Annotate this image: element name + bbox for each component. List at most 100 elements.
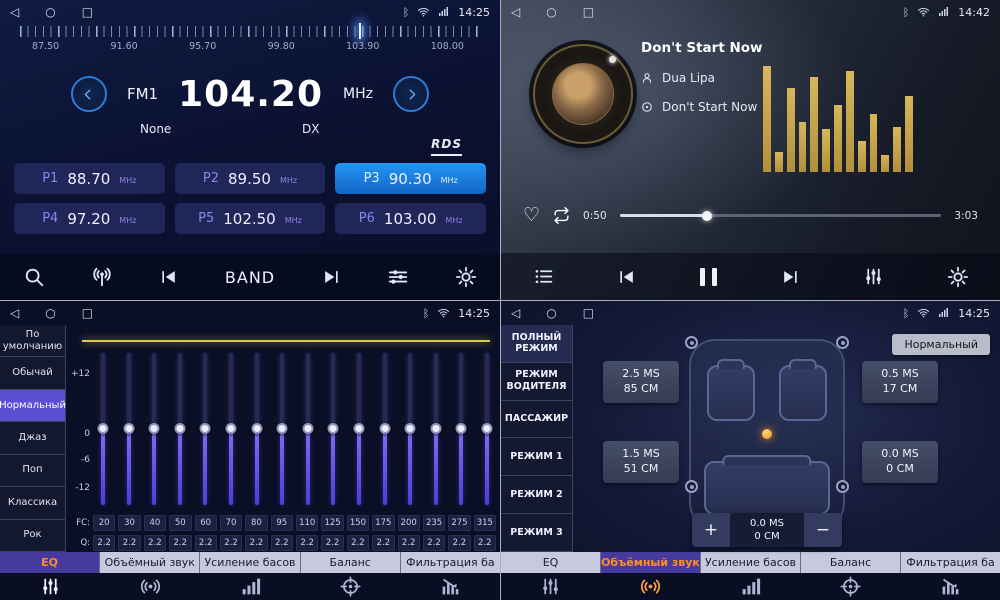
balance-tab-icon[interactable] [300, 573, 400, 600]
eq-band-slider-16[interactable] [480, 353, 494, 505]
delay-decrease-button[interactable]: − [804, 513, 842, 547]
eq-slider-knob[interactable] [225, 423, 236, 434]
preset-button-p2[interactable]: P289.50MHz [175, 163, 326, 194]
tab-eq-label[interactable]: EQ [501, 552, 601, 573]
nav-back-icon[interactable]: ◁ [511, 307, 520, 319]
progress-bar[interactable] [620, 214, 942, 217]
nav-back-icon[interactable]: ◁ [511, 6, 520, 18]
eq-slider-knob[interactable] [149, 423, 160, 434]
eq-slider-knob[interactable] [123, 423, 134, 434]
delay-mode-1[interactable]: ПОЛНЫЙ РЕЖИМ [501, 325, 572, 363]
band-button[interactable]: BAND [225, 268, 275, 287]
previous-station-icon[interactable] [159, 267, 179, 287]
nav-recents-icon[interactable]: □ [82, 307, 93, 319]
nav-recents-icon[interactable]: □ [583, 307, 594, 319]
settings-gear-icon[interactable] [947, 266, 969, 288]
tab-bass-boost-label[interactable]: Усиление басов [200, 552, 300, 573]
eq-slider-knob[interactable] [456, 423, 467, 434]
eq-band-slider-6[interactable] [224, 353, 238, 505]
delay-mode-5[interactable]: РЕЖИМ 2 [501, 476, 572, 514]
bass-boost-tab-icon[interactable] [200, 573, 300, 600]
eq-preset-3[interactable]: Нормальный [0, 390, 65, 422]
eq-band-slider-8[interactable] [275, 353, 289, 505]
frequency-scale[interactable]: 87.5091.6095.7099.80103.90108.00 [12, 26, 488, 62]
rear-right-delay-value[interactable]: 0.0 MS 0 CM [862, 441, 938, 483]
eq-slider-knob[interactable] [98, 423, 109, 434]
eq-band-slider-3[interactable] [147, 353, 161, 505]
tab-balance-label[interactable]: Баланс [301, 552, 401, 573]
eq-slider-knob[interactable] [174, 423, 185, 434]
delay-increase-button[interactable]: + [692, 513, 730, 547]
nav-back-icon[interactable]: ◁ [10, 307, 19, 319]
tab-surround-sound-label[interactable]: Объёмный звук [601, 552, 701, 573]
tab-filter-label[interactable]: Фильтрация ба [401, 552, 500, 573]
nav-home-icon[interactable]: ○ [45, 6, 55, 18]
nav-home-icon[interactable]: ○ [45, 307, 55, 319]
preset-button-p4[interactable]: P497.20MHz [14, 203, 165, 234]
progress-knob[interactable] [702, 211, 712, 221]
nav-recents-icon[interactable]: □ [583, 6, 594, 18]
filter-tab-icon[interactable] [400, 573, 500, 600]
nav-back-icon[interactable]: ◁ [10, 6, 19, 18]
tab-eq-label[interactable]: EQ [0, 552, 100, 573]
eq-band-slider-13[interactable] [403, 353, 417, 505]
balance-tab-icon[interactable] [800, 573, 900, 600]
preset-button-p6[interactable]: P6103.00MHz [335, 203, 486, 234]
equalizer-mixer-icon[interactable] [863, 266, 884, 287]
eq-slider-knob[interactable] [481, 423, 492, 434]
nav-recents-icon[interactable]: □ [82, 6, 93, 18]
seek-down-button[interactable] [71, 76, 107, 112]
eq-slider-knob[interactable] [430, 423, 441, 434]
eq-band-slider-15[interactable] [454, 353, 468, 505]
tune-settings-icon[interactable] [387, 266, 409, 288]
delay-mode-6[interactable]: РЕЖИМ 3 [501, 514, 572, 552]
broadcast-antenna-icon[interactable] [91, 266, 113, 288]
dx-mode-label[interactable]: DX [302, 122, 319, 136]
next-station-icon[interactable] [321, 267, 341, 287]
filter-tab-icon[interactable] [900, 573, 1000, 600]
eq-slider-knob[interactable] [277, 423, 288, 434]
eq-slider-knob[interactable] [379, 423, 390, 434]
eq-band-slider-14[interactable] [429, 353, 443, 505]
surround-sound-tab-icon[interactable] [601, 573, 701, 600]
eq-band-slider-1[interactable] [96, 353, 110, 505]
search-stations-icon[interactable] [23, 266, 45, 288]
playlist-icon[interactable] [533, 266, 554, 287]
eq-preset-4[interactable]: Джаз [0, 422, 65, 454]
eq-slider-knob[interactable] [302, 423, 313, 434]
eq-preset-2[interactable]: Обычай [0, 357, 65, 389]
rear-left-speaker-icon[interactable] [685, 480, 698, 493]
eq-band-slider-4[interactable] [173, 353, 187, 505]
eq-band-slider-5[interactable] [198, 353, 212, 505]
eq-preset-7[interactable]: Рок [0, 520, 65, 552]
eq-slider-knob[interactable] [328, 423, 339, 434]
front-right-speaker-icon[interactable] [836, 336, 849, 349]
eq-slider-knob[interactable] [405, 423, 416, 434]
rear-right-speaker-icon[interactable] [836, 480, 849, 493]
equalizer-tab-icon[interactable] [0, 573, 100, 600]
eq-band-slider-9[interactable] [301, 353, 315, 505]
seek-up-button[interactable] [393, 76, 429, 112]
tab-bass-boost-label[interactable]: Усиление басов [701, 552, 801, 573]
tab-balance-label[interactable]: Баланс [801, 552, 901, 573]
nav-home-icon[interactable]: ○ [546, 307, 556, 319]
front-left-speaker-icon[interactable] [685, 336, 698, 349]
bass-boost-tab-icon[interactable] [701, 573, 801, 600]
eq-slider-knob[interactable] [200, 423, 211, 434]
eq-band-slider-10[interactable] [326, 353, 340, 505]
eq-preset-1[interactable]: По умолчанию [0, 325, 65, 357]
listening-position-dot[interactable] [762, 429, 772, 439]
settings-gear-icon[interactable] [455, 266, 477, 288]
delay-mode-2[interactable]: РЕЖИМ ВОДИТЕЛЯ [501, 363, 572, 401]
delay-profile-button[interactable]: Нормальный [892, 334, 990, 355]
eq-band-slider-11[interactable] [352, 353, 366, 505]
delay-mode-3[interactable]: ПАССАЖИР [501, 401, 572, 439]
nav-home-icon[interactable]: ○ [546, 6, 556, 18]
tab-surround-sound-label[interactable]: Объёмный звук [100, 552, 200, 573]
eq-band-slider-7[interactable] [250, 353, 264, 505]
eq-band-slider-12[interactable] [378, 353, 392, 505]
front-right-delay-value[interactable]: 0.5 MS 17 CM [862, 361, 938, 403]
repeat-icon[interactable] [553, 207, 570, 224]
preset-button-p3[interactable]: P390.30MHz [335, 163, 486, 194]
rear-left-delay-value[interactable]: 1.5 MS 51 CM [603, 441, 679, 483]
